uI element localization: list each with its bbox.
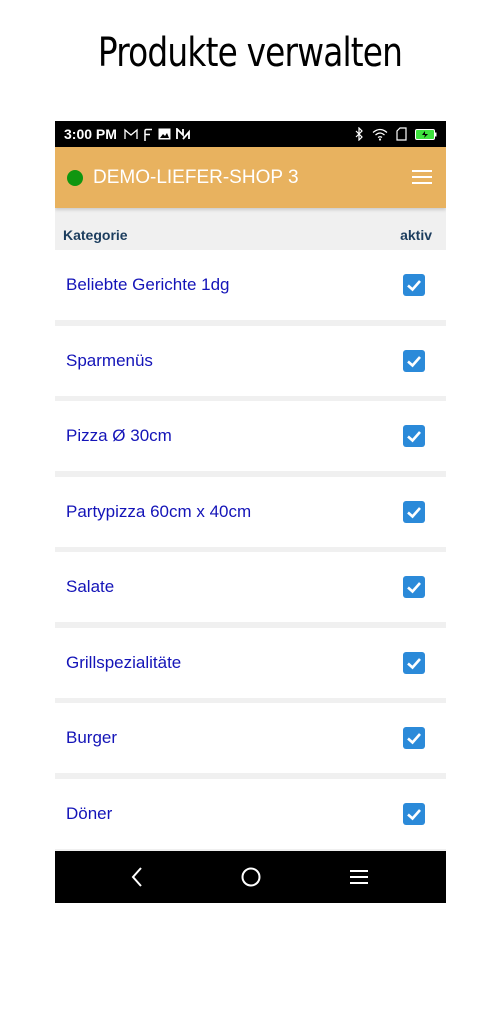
back-icon[interactable] <box>126 865 150 889</box>
wifi-icon <box>372 128 388 141</box>
bluetooth-icon <box>355 127 363 141</box>
notification-icons <box>124 128 190 141</box>
active-checkbox[interactable] <box>403 274 425 296</box>
checkmark-icon <box>407 507 421 519</box>
category-row[interactable]: Döner <box>55 779 446 849</box>
category-label: Döner <box>66 804 113 823</box>
category-label: Salate <box>66 577 115 596</box>
column-header-category: Kategorie <box>63 227 128 243</box>
system-icons <box>355 121 437 147</box>
active-checkbox[interactable] <box>403 576 425 598</box>
active-checkbox[interactable] <box>403 727 425 749</box>
column-header-active: aktiv <box>400 227 432 243</box>
active-checkbox[interactable] <box>403 652 425 674</box>
active-checkbox[interactable] <box>403 350 425 372</box>
phone-screen: 3:00 PM DEMO-LIEFER-SHOP 3 Kategorie akt… <box>55 121 446 903</box>
app-header: DEMO-LIEFER-SHOP 3 <box>55 147 446 208</box>
checkmark-icon <box>407 733 421 745</box>
category-label: Grillspezialitäte <box>66 653 182 672</box>
shop-name: DEMO-LIEFER-SHOP 3 <box>93 166 299 188</box>
category-row[interactable]: Sparmenüs <box>55 326 446 396</box>
checkmark-icon <box>407 582 421 594</box>
category-row[interactable]: Pizza Ø 30cm <box>55 401 446 471</box>
category-row[interactable]: Grillspezialitäte <box>55 628 446 698</box>
category-label: Pizza Ø 30cm <box>66 426 172 445</box>
category-label: Beliebte Gerichte 1dg <box>66 275 230 294</box>
image-icon <box>158 128 171 140</box>
category-label: Sparmenüs <box>66 351 153 370</box>
page-title: Produkte verwalten <box>97 30 403 76</box>
android-nav-bar <box>55 851 446 903</box>
f-icon <box>144 128 152 141</box>
table-header: Kategorie aktiv <box>55 218 446 250</box>
checkmark-icon <box>407 809 421 821</box>
category-row[interactable]: Burger <box>55 703 446 773</box>
status-time: 3:00 PM <box>64 126 117 142</box>
n-icon <box>176 128 190 140</box>
home-icon[interactable] <box>239 865 263 889</box>
category-label: Burger <box>66 728 118 747</box>
gmail-icon <box>124 128 138 139</box>
sim-icon <box>396 127 407 141</box>
checkmark-icon <box>407 280 421 292</box>
checkmark-icon <box>407 658 421 670</box>
recents-icon[interactable] <box>347 865 371 889</box>
active-checkbox[interactable] <box>403 501 425 523</box>
battery-icon <box>415 128 437 140</box>
status-bar: 3:00 PM <box>55 121 446 147</box>
category-row[interactable]: Beliebte Gerichte 1dg <box>55 250 446 320</box>
active-checkbox[interactable] <box>403 803 425 825</box>
online-status-dot <box>67 169 83 186</box>
category-row[interactable]: Partypizza 60cm x 40cm <box>55 477 446 547</box>
active-checkbox[interactable] <box>403 425 425 447</box>
hamburger-menu-icon[interactable] <box>412 168 432 186</box>
checkmark-icon <box>407 431 421 443</box>
checkmark-icon <box>407 356 421 368</box>
category-label: Partypizza 60cm x 40cm <box>66 502 252 521</box>
category-row[interactable]: Salate <box>55 552 446 622</box>
